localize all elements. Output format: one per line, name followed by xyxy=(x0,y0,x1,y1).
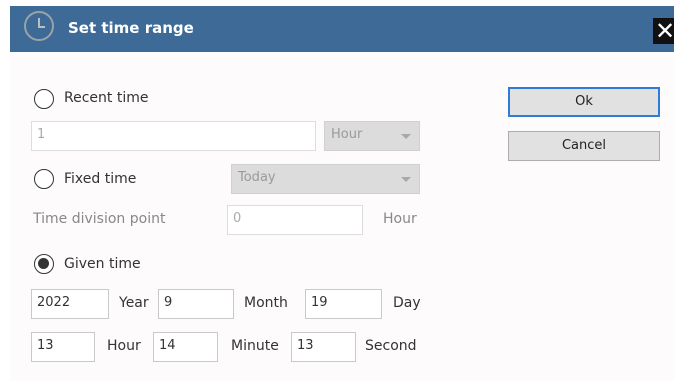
time-division-unit: Hour xyxy=(383,211,417,227)
minute-label: Minute xyxy=(231,338,279,354)
chevron-down-icon xyxy=(401,177,411,182)
recent-time-unit-value: Hour xyxy=(331,127,363,142)
ok-button[interactable]: Ok xyxy=(508,87,660,117)
year-input[interactable]: 2022 xyxy=(31,289,109,319)
time-division-input[interactable]: 0 xyxy=(227,205,363,235)
hour-input[interactable]: 13 xyxy=(31,332,95,362)
set-time-range-dialog: Set time range ✕ Recent time 1 Hour Fixe… xyxy=(0,0,674,381)
recent-time-unit-select[interactable]: Hour xyxy=(324,121,420,151)
month-input[interactable]: 9 xyxy=(158,289,234,319)
day-input[interactable]: 19 xyxy=(305,289,382,319)
given-time-label[interactable]: Given time xyxy=(64,256,141,272)
recent-time-label[interactable]: Recent time xyxy=(64,90,148,106)
second-label: Second xyxy=(365,338,417,354)
minute-input[interactable]: 14 xyxy=(153,332,218,362)
recent-time-value-input[interactable]: 1 xyxy=(31,121,316,151)
title-bar[interactable]: Set time range ✕ xyxy=(10,6,674,52)
year-label: Year xyxy=(119,295,149,311)
fixed-time-select[interactable]: Today xyxy=(231,164,420,194)
given-time-radio[interactable] xyxy=(34,254,54,274)
recent-time-radio[interactable] xyxy=(34,89,54,109)
fixed-time-selected-value: Today xyxy=(238,170,276,185)
close-button[interactable]: ✕ xyxy=(653,18,674,44)
day-label: Day xyxy=(393,295,421,311)
hour-label: Hour xyxy=(107,338,141,354)
fixed-time-radio[interactable] xyxy=(34,169,54,189)
month-label: Month xyxy=(244,295,288,311)
clock-icon xyxy=(24,11,54,41)
time-division-label: Time division point xyxy=(33,211,166,227)
dialog-title: Set time range xyxy=(68,19,194,37)
chevron-down-icon xyxy=(401,134,411,139)
second-input[interactable]: 13 xyxy=(291,332,356,362)
cancel-button[interactable]: Cancel xyxy=(508,131,660,161)
fixed-time-label[interactable]: Fixed time xyxy=(64,171,136,187)
